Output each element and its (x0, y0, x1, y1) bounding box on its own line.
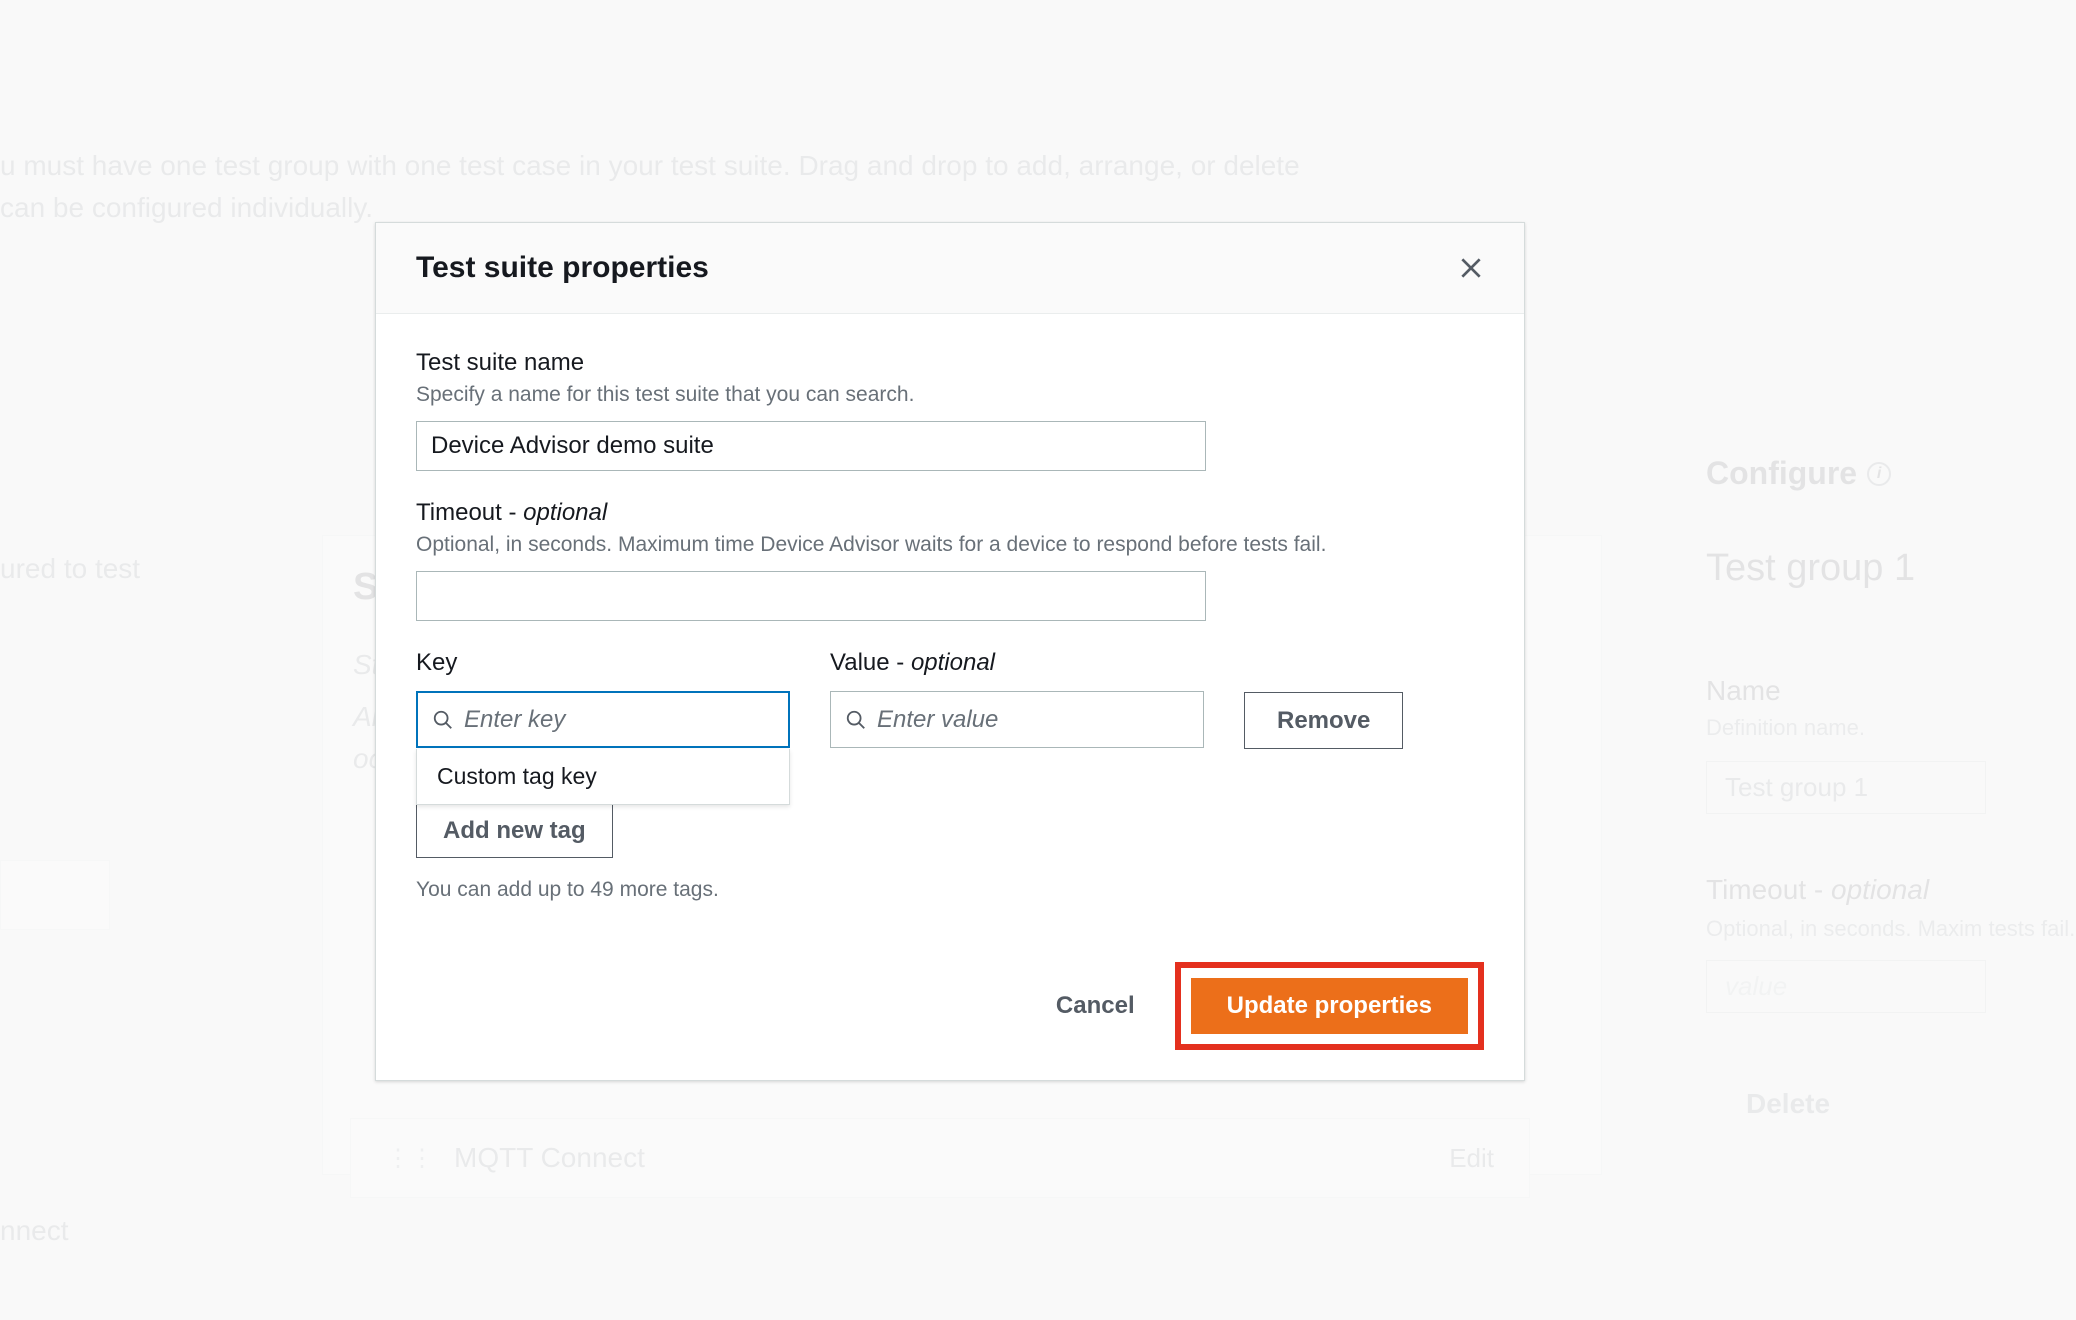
tag-value-input[interactable] (867, 706, 1189, 734)
tag-key-column: Key Custom tag key (416, 649, 790, 748)
tag-row: Key Custom tag key Value - optional (416, 649, 1484, 749)
suite-name-input[interactable] (416, 421, 1206, 471)
modal-title: Test suite properties (416, 251, 709, 285)
tag-count-note: You can add up to 49 more tags. (416, 878, 1484, 902)
cancel-button[interactable]: Cancel (1046, 978, 1145, 1034)
close-icon (1458, 255, 1484, 281)
update-button-highlight: Update properties (1175, 962, 1484, 1050)
remove-tag-button[interactable]: Remove (1244, 692, 1403, 749)
add-tag-button[interactable]: Add new tag (416, 804, 613, 858)
suite-name-label: Test suite name (416, 349, 1484, 377)
timeout-input[interactable] (416, 571, 1206, 621)
test-suite-properties-modal: Test suite properties Test suite name Sp… (375, 222, 1525, 1081)
search-icon (432, 709, 454, 731)
tag-value-label: Value - optional (830, 649, 1204, 677)
timeout-description: Optional, in seconds. Maximum time Devic… (416, 533, 1484, 557)
suite-name-description: Specify a name for this test suite that … (416, 383, 1484, 407)
timeout-label: Timeout - optional (416, 499, 1484, 527)
tag-key-input[interactable] (454, 706, 774, 734)
tag-value-input-wrap[interactable] (830, 691, 1204, 748)
timeout-group: Timeout - optional Optional, in seconds.… (416, 499, 1484, 621)
modal-footer: Cancel Update properties (376, 942, 1524, 1080)
tag-key-autocomplete: Custom tag key (416, 749, 790, 805)
update-properties-button[interactable]: Update properties (1191, 978, 1468, 1034)
search-icon (845, 709, 867, 731)
modal-body: Test suite name Specify a name for this … (376, 314, 1524, 942)
tag-key-label: Key (416, 649, 790, 677)
tag-key-input-wrap[interactable] (416, 691, 790, 748)
close-button[interactable] (1458, 255, 1484, 281)
suite-name-group: Test suite name Specify a name for this … (416, 349, 1484, 471)
autocomplete-option[interactable]: Custom tag key (417, 749, 789, 804)
tag-value-column: Value - optional (830, 649, 1204, 748)
modal-header: Test suite properties (376, 223, 1524, 314)
